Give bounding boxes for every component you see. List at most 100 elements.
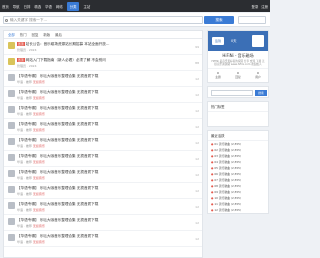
thread-tag[interactable]: 无损音乐 bbox=[33, 112, 45, 116]
ranking-item-text[interactable]: 08 流行歌曲 (2,555) bbox=[214, 184, 241, 188]
ranking-item-text[interactable]: 01 流行歌曲 (2,555) bbox=[214, 142, 241, 146]
thread-title[interactable]: 【华语专辑】 乐坛大咖音乐整理合集 无损音质下载 bbox=[17, 90, 98, 95]
ranking-item-text[interactable]: 04 流行歌曲 (2,555) bbox=[214, 160, 241, 164]
thread-row[interactable]: 【华语专辑】 乐坛大咖音乐整理合集 无损音质下载 华语 · 推荐 无损音乐 12 bbox=[4, 87, 202, 103]
sidebar-search-input[interactable] bbox=[211, 89, 253, 96]
thread-title-text[interactable]: 网站入门下载指南（新人必看）必须了解 不会别问 bbox=[26, 58, 106, 62]
thread-title[interactable]: 【华语专辑】 乐坛大咖音乐整理合集 无损音质下载 bbox=[17, 218, 98, 223]
avatar[interactable] bbox=[8, 154, 15, 161]
ranking-item-text[interactable]: 10 流行歌曲 (2,555) bbox=[214, 196, 241, 200]
ranking-item-text[interactable]: 09 流行歌曲 (2,555) bbox=[214, 190, 241, 194]
thread-tag[interactable]: 无损音乐 bbox=[33, 128, 45, 132]
top-nav: 首页 导航 日排 精选 华语 网络 分类 主站 登录 注册 bbox=[0, 0, 270, 12]
tab-all[interactable]: 全部 bbox=[8, 32, 15, 37]
ranking-item-text[interactable]: 07 流行歌曲 (2,555) bbox=[214, 178, 241, 182]
tab-last[interactable]: 最后 bbox=[55, 32, 62, 37]
nav-item-featured[interactable]: 精选 bbox=[34, 4, 41, 9]
avatar[interactable] bbox=[8, 106, 15, 113]
ranking-item-text[interactable]: 05 流行歌曲 (2,555) bbox=[214, 166, 241, 170]
nav-item-category[interactable]: 分类 bbox=[66, 1, 80, 11]
thread-tag[interactable]: 无损音乐 bbox=[33, 176, 45, 180]
avatar[interactable] bbox=[8, 138, 15, 145]
avatar[interactable] bbox=[8, 170, 15, 177]
checkin-button[interactable]: 签到 bbox=[212, 37, 224, 45]
thread-title-text[interactable]: 【华语专辑】 乐坛大咖音乐整理合集 无损音质下载 bbox=[17, 138, 98, 142]
thread-meta: 华语 · 推荐 无损音乐 bbox=[17, 160, 45, 164]
thread-title-text[interactable]: 【华语专辑】 乐坛大咖音乐整理合集 无损音质下载 bbox=[17, 234, 98, 238]
thread-title-text[interactable]: 【华语专辑】 乐坛大咖音乐整理合集 无损音质下载 bbox=[17, 90, 98, 94]
avatar[interactable] bbox=[8, 58, 15, 65]
ranking-item-text[interactable]: 06 流行歌曲 (2,555) bbox=[214, 172, 241, 176]
thread-tag[interactable]: 无损音乐 bbox=[33, 240, 45, 244]
avatar[interactable] bbox=[8, 90, 15, 97]
thread-title[interactable]: 【华语专辑】 乐坛大咖音乐整理合集 无损音质下载 bbox=[17, 122, 98, 127]
nav-item-main[interactable]: 主站 bbox=[83, 4, 90, 9]
avatar[interactable] bbox=[8, 234, 15, 241]
login-link[interactable]: 登录 bbox=[251, 4, 258, 9]
thread-tag[interactable]: 无损音乐 bbox=[33, 96, 45, 100]
avatar[interactable] bbox=[8, 202, 15, 209]
avatar[interactable] bbox=[8, 74, 15, 81]
thread-tag[interactable]: 无损音乐 bbox=[33, 144, 45, 148]
thread-row[interactable]: 【华语专辑】 乐坛大咖音乐整理合集 无损音质下载 华语 · 推荐 无损音乐 12 bbox=[4, 135, 202, 151]
thread-row[interactable]: 【华语专辑】 乐坛大咖音乐整理合集 无损音质下载 华语 · 推荐 无损音乐 12 bbox=[4, 231, 202, 247]
thread-row[interactable]: 置顶 站长公告：音乐磁场资源站长期招募 本站全面开放… 管理员 · 2024 99 bbox=[4, 39, 202, 55]
search-button[interactable]: 搜索 bbox=[204, 16, 234, 24]
thread-title-text[interactable]: 【华语专辑】 乐坛大咖音乐整理合集 无损音质下载 bbox=[17, 218, 98, 222]
tab-new[interactable]: 新版 bbox=[43, 32, 50, 37]
thread-title-text[interactable]: 【华语专辑】 乐坛大咖音乐整理合集 无损音质下载 bbox=[17, 74, 98, 78]
tab-reply[interactable]: 回复 bbox=[32, 32, 39, 37]
ranking-item[interactable]: ● 12 流行歌曲 (2,555) bbox=[208, 207, 268, 213]
search-options[interactable] bbox=[238, 16, 266, 24]
thread-row[interactable]: 【华语专辑】 乐坛大咖音乐整理合集 无损音质下载 华语 · 推荐 无损音乐 12 bbox=[4, 167, 202, 183]
thread-title-text[interactable]: 【华语专辑】 乐坛大咖音乐整理合集 无损音质下载 bbox=[17, 154, 98, 158]
ranking-item-text[interactable]: 02 流行歌曲 (2,555) bbox=[214, 148, 241, 152]
ranking-item-text[interactable]: 11 流行歌曲 (2,555) bbox=[214, 202, 241, 206]
nav-item-guide[interactable]: 导航 bbox=[13, 4, 20, 9]
thread-title[interactable]: 置顶 网站入门下载指南（新人必看）必须了解 不会别问 bbox=[17, 57, 106, 63]
thread-title[interactable]: 【华语专辑】 乐坛大咖音乐整理合集 无损音质下载 bbox=[17, 186, 98, 191]
register-link[interactable]: 注册 bbox=[261, 4, 268, 9]
thread-title-text[interactable]: 【华语专辑】 乐坛大咖音乐整理合集 无损音质下载 bbox=[17, 106, 98, 110]
thread-tag[interactable]: 无损音乐 bbox=[33, 160, 45, 164]
thread-row[interactable]: 【华语专辑】 乐坛大咖音乐整理合集 无损音质下载 华语 · 推荐 无损音乐 12 bbox=[4, 71, 202, 87]
thread-row[interactable]: 【华语专辑】 乐坛大咖音乐整理合集 无损音质下载 华语 · 推荐 无损音乐 12 bbox=[4, 119, 202, 135]
thread-title[interactable]: 置顶 站长公告：音乐磁场资源站长期招募 本站全面开放… bbox=[17, 41, 110, 47]
thread-row[interactable]: 【华语专辑】 乐坛大咖音乐整理合集 无损音质下载 华语 · 推荐 无损音乐 12 bbox=[4, 103, 202, 119]
avatar[interactable] bbox=[8, 186, 15, 193]
ranking-item-text[interactable]: 12 流行歌曲 (2,555) bbox=[214, 208, 241, 212]
nav-item-home[interactable]: 首页 bbox=[2, 4, 9, 9]
ranking-item-text[interactable]: 03 流行歌曲 (2,555) bbox=[214, 154, 241, 158]
avatar[interactable] bbox=[8, 218, 15, 225]
thread-title-text[interactable]: 站长公告：音乐磁场资源站长期招募 本站全面开放… bbox=[26, 42, 110, 46]
thread-title[interactable]: 【华语专辑】 乐坛大咖音乐整理合集 无损音质下载 bbox=[17, 106, 98, 111]
thread-title[interactable]: 【华语专辑】 乐坛大咖音乐整理合集 无损音质下载 bbox=[17, 74, 98, 79]
nav-item-daily[interactable]: 日排 bbox=[24, 4, 31, 9]
thread-title-text[interactable]: 【华语专辑】 乐坛大咖音乐整理合集 无损音质下载 bbox=[17, 186, 98, 190]
thread-row[interactable]: 【华语专辑】 乐坛大咖音乐整理合集 无损音质下载 华语 · 推荐 无损音乐 12 bbox=[4, 183, 202, 199]
sidebar-search-button[interactable]: 搜索 bbox=[255, 89, 267, 96]
thread-row[interactable]: 【华语专辑】 乐坛大咖音乐整理合集 无损音质下载 华语 · 推荐 无损音乐 12 bbox=[4, 151, 202, 167]
reply-count: 12 bbox=[195, 141, 199, 145]
thread-title-text[interactable]: 【华语专辑】 乐坛大咖音乐整理合集 无损音质下载 bbox=[17, 202, 98, 206]
thread-title[interactable]: 【华语专辑】 乐坛大咖音乐整理合集 无损音质下载 bbox=[17, 234, 98, 239]
avatar[interactable] bbox=[8, 42, 15, 49]
thread-row[interactable]: 置顶 网站入门下载指南（新人必看）必须了解 不会别问 管理员 · 2024 88 bbox=[4, 55, 202, 71]
thread-title-text[interactable]: 【华语专辑】 乐坛大咖音乐整理合集 无损音质下载 bbox=[17, 170, 98, 174]
thread-tag[interactable]: 无损音乐 bbox=[33, 208, 45, 212]
thread-tag[interactable]: 无损音乐 bbox=[33, 80, 45, 84]
tab-hot[interactable]: 热门 bbox=[20, 32, 27, 37]
search-input[interactable]: 输入关键字 搜索一下… bbox=[3, 16, 203, 24]
thread-tag[interactable]: 无损音乐 bbox=[33, 224, 45, 228]
thread-title[interactable]: 【华语专辑】 乐坛大咖音乐整理合集 无损音质下载 bbox=[17, 170, 98, 175]
thread-tag[interactable]: 无损音乐 bbox=[33, 192, 45, 196]
thread-title-text[interactable]: 【华语专辑】 乐坛大咖音乐整理合集 无损音质下载 bbox=[17, 122, 98, 126]
thread-title[interactable]: 【华语专辑】 乐坛大咖音乐整理合集 无损音质下载 bbox=[17, 154, 98, 159]
thread-row[interactable]: 【华语专辑】 乐坛大咖音乐整理合集 无损音质下载 华语 · 推荐 无损音乐 12 bbox=[4, 199, 202, 215]
thread-row[interactable]: 【华语专辑】 乐坛大咖音乐整理合集 无损音质下载 华语 · 推荐 无损音乐 12 bbox=[4, 215, 202, 231]
thread-title[interactable]: 【华语专辑】 乐坛大咖音乐整理合集 无损音质下载 bbox=[17, 138, 98, 143]
avatar[interactable] bbox=[8, 122, 15, 129]
nav-item-network[interactable]: 网络 bbox=[56, 4, 63, 9]
nav-item-chinese[interactable]: 华语 bbox=[45, 4, 52, 9]
thread-title[interactable]: 【华语专辑】 乐坛大咖音乐整理合集 无损音质下载 bbox=[17, 202, 98, 207]
